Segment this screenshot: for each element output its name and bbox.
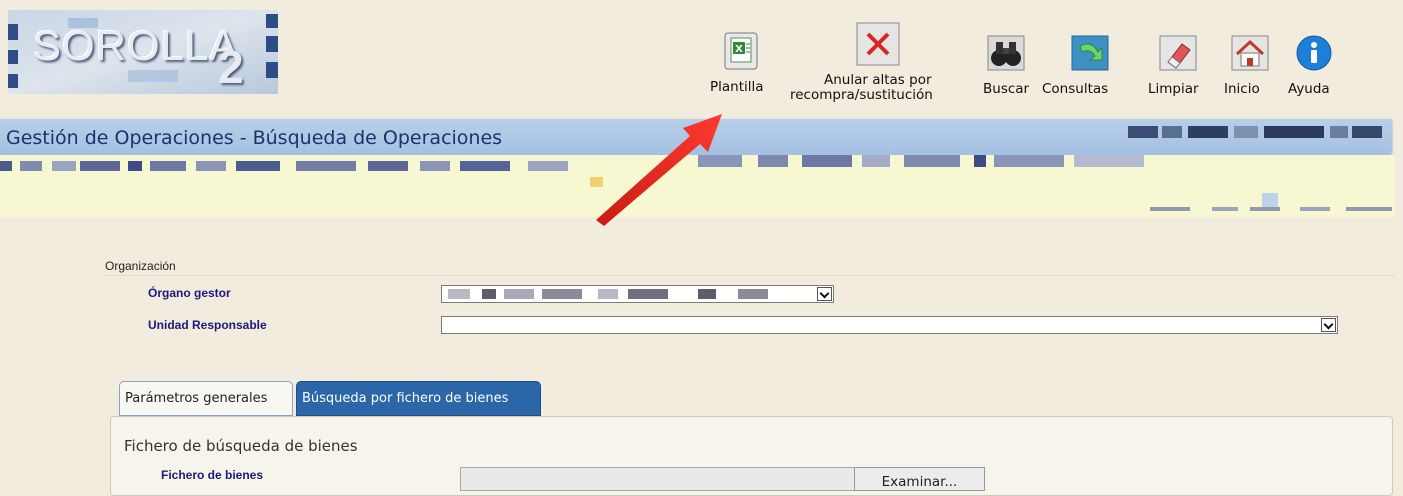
page-title: Gestión de Operaciones - Búsqueda de Ope… (6, 127, 503, 149)
tab-parametros-generales[interactable]: Parámetros generales (119, 381, 293, 416)
logo-text: SOROLLA (33, 22, 239, 69)
anular-label-line1: Anular altas por (824, 72, 932, 88)
plantilla-button[interactable]: X Plantilla (706, 30, 778, 108)
limpiar-label: Limpiar (1148, 81, 1199, 97)
cancel-x-icon (856, 22, 900, 70)
browse-button[interactable]: Examinar... (854, 467, 985, 491)
home-icon (1230, 34, 1270, 76)
inicio-button[interactable]: Inicio (1222, 34, 1276, 108)
excel-icon: X (724, 32, 758, 74)
info-icon (1294, 34, 1334, 76)
panel-section-title: Fichero de búsqueda de bienes (124, 437, 358, 455)
refresh-arrow-icon (1070, 34, 1110, 76)
red-arrow-annotation (596, 114, 722, 226)
inicio-label: Inicio (1224, 81, 1260, 97)
consultas-button[interactable]: Consultas (1040, 34, 1136, 108)
redacted-user-info (1128, 123, 1388, 138)
section-divider (105, 275, 1395, 276)
ayuda-button[interactable]: Ayuda (1284, 34, 1346, 108)
redacted-info-right (698, 155, 1144, 167)
chevron-down-icon[interactable] (817, 287, 832, 301)
file-path-input[interactable] (460, 467, 855, 491)
sorolla-logo: SOROLLA 2 (8, 10, 278, 94)
redacted-info-bottom (1150, 193, 1392, 211)
fichero-bienes-label: Fichero de bienes (161, 468, 264, 482)
organo-gestor-label: Órgano gestor (148, 286, 231, 300)
logo-version: 2 (218, 41, 244, 93)
buscar-button[interactable]: Buscar (980, 34, 1036, 108)
tab-busqueda-fichero[interactable]: Búsqueda por fichero de bienes (296, 381, 541, 416)
svg-text:X: X (735, 44, 743, 55)
eraser-icon (1158, 34, 1198, 76)
unidad-responsable-select[interactable] (441, 316, 1338, 334)
chevron-down-icon[interactable] (1321, 318, 1336, 332)
ayuda-label: Ayuda (1288, 81, 1330, 97)
anular-altas-button[interactable]: Anular altas por recompra/sustitución (788, 22, 970, 110)
consultas-label: Consultas (1042, 81, 1109, 97)
organo-gestor-select[interactable] (441, 285, 834, 303)
unidad-responsable-label: Unidad Responsable (148, 318, 267, 332)
redacted-info-left (0, 161, 568, 171)
organizacion-label: Organización (105, 259, 176, 273)
binoculars-icon (986, 34, 1026, 76)
buscar-label: Buscar (983, 81, 1030, 97)
plantilla-label: Plantilla (710, 79, 764, 95)
redacted-organo-value (448, 289, 768, 299)
limpiar-button[interactable]: Limpiar (1146, 34, 1214, 108)
anular-label-line2: recompra/sustitución (790, 87, 933, 103)
